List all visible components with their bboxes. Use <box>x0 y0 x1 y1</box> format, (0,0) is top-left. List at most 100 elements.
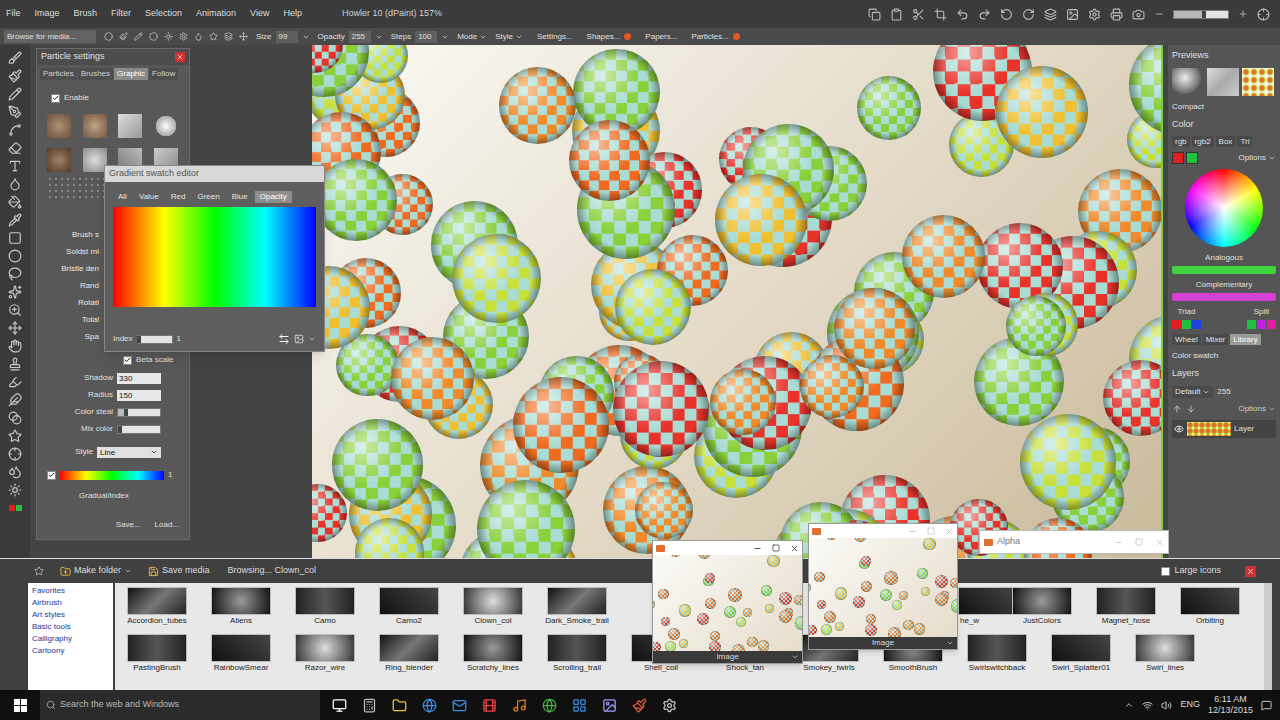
print-icon[interactable] <box>1110 8 1123 21</box>
toolbar-dropdown[interactable]: Mode <box>457 31 487 43</box>
layers-icon[interactable] <box>1044 8 1057 21</box>
start-button[interactable] <box>0 690 40 720</box>
settings-icon[interactable] <box>662 698 677 713</box>
light-icon[interactable] <box>8 483 22 497</box>
large-icons-toggle[interactable]: Large icons <box>1161 564 1221 578</box>
music-icon[interactable] <box>512 698 527 713</box>
media-thumbnail[interactable] <box>1135 634 1195 662</box>
media-thumbnail[interactable] <box>1096 587 1156 615</box>
browse-media-dropdown[interactable]: Browse for media... <box>4 30 96 43</box>
tray-expand-icon[interactable] <box>1124 700 1134 710</box>
notifications-icon[interactable] <box>1261 700 1272 711</box>
menu-item[interactable]: File <box>6 7 21 21</box>
star-icon[interactable] <box>8 429 22 443</box>
make-folder-button[interactable]: Make folder <box>60 564 132 578</box>
editor-tab[interactable]: All <box>113 191 132 203</box>
panel-tab[interactable]: Brushes <box>78 68 113 80</box>
visibility-eye-icon[interactable] <box>1174 424 1184 434</box>
cut-icon[interactable] <box>912 8 925 21</box>
edge-icon[interactable] <box>422 698 437 713</box>
color-swatch-section[interactable]: Color swatch <box>1172 350 1276 362</box>
number-field[interactable]: 330 <box>117 373 161 384</box>
media-thumbnail[interactable] <box>295 634 355 662</box>
color-mode-tab[interactable]: Library <box>1230 334 1260 345</box>
media-item[interactable]: Aliens <box>199 587 283 626</box>
harmony-swatch[interactable] <box>1192 320 1201 329</box>
texture-thumbnail[interactable] <box>154 114 178 138</box>
media-thumbnail[interactable] <box>295 587 355 615</box>
panel-tab[interactable]: Follow <box>149 68 178 80</box>
media-item[interactable]: Scrolling_trail <box>535 634 619 673</box>
media-item[interactable]: Ring_blender <box>367 634 451 673</box>
editor-tab[interactable]: Green <box>192 191 224 203</box>
large-icons-checkbox[interactable] <box>1161 567 1170 576</box>
harmony-swatch[interactable] <box>1182 320 1191 329</box>
zoom-icon[interactable] <box>8 303 22 317</box>
preview-thumbnail[interactable] <box>1207 68 1239 96</box>
media-item[interactable]: Swirlswitchback <box>955 634 1039 673</box>
ellipse-icon[interactable] <box>8 249 22 263</box>
gradient-bar[interactable] <box>60 471 164 480</box>
move-icon[interactable] <box>239 32 248 41</box>
panel-button[interactable]: Save... <box>116 519 141 531</box>
media-thumbnail[interactable] <box>1180 587 1240 615</box>
explorer-icon[interactable] <box>392 698 407 713</box>
highlighter-icon[interactable] <box>8 375 22 389</box>
gradient-swatch-editor[interactable]: Gradient swatch editorAllValueRedGreenBl… <box>104 165 325 352</box>
menu-item[interactable]: Filter <box>111 7 131 21</box>
texture-thumbnail[interactable] <box>118 114 142 138</box>
color-mode-tab[interactable]: Wheel <box>1172 334 1201 345</box>
media-item[interactable]: Clown_col <box>451 587 535 626</box>
pencil-icon[interactable] <box>134 32 143 41</box>
dropdown-icon[interactable] <box>791 653 799 661</box>
color-mode-tab[interactable]: Mixer <box>1203 334 1229 345</box>
media-thumbnail[interactable] <box>547 587 607 615</box>
index-slider[interactable] <box>137 335 173 344</box>
undo-icon[interactable] <box>956 8 969 21</box>
media-thumbnail[interactable] <box>463 587 523 615</box>
language-indicator[interactable]: ENG <box>1180 698 1200 712</box>
minimize-icon[interactable] <box>753 544 762 553</box>
clone-stamp-icon[interactable] <box>8 357 22 371</box>
primary-color-swatch[interactable] <box>9 505 15 511</box>
brush-dot-icon[interactable] <box>104 32 113 41</box>
texture-thumbnail[interactable] <box>83 148 107 172</box>
media-item[interactable]: RainbowSmear <box>199 634 283 673</box>
image-window[interactable]: Image <box>652 540 803 664</box>
category-item[interactable]: Cartoony <box>32 645 113 657</box>
category-item[interactable]: Calligraphy <box>32 633 113 645</box>
store-icon[interactable] <box>572 698 587 713</box>
crosshair-icon[interactable] <box>8 447 22 461</box>
media-thumbnail[interactable] <box>127 634 187 662</box>
brush-icon[interactable] <box>8 51 22 65</box>
eraser-icon[interactable] <box>8 141 22 155</box>
panel-title-bar[interactable]: Particle settings <box>37 49 189 65</box>
gear-icon[interactable] <box>179 32 188 41</box>
setting-slider[interactable] <box>117 408 161 417</box>
eyedropper-icon[interactable] <box>8 213 22 227</box>
image-icon[interactable] <box>1066 8 1079 21</box>
zoom-in-icon[interactable] <box>1238 9 1248 19</box>
paintbrush-icon[interactable] <box>8 69 22 83</box>
color-tab[interactable]: Tri <box>1237 136 1252 147</box>
close-icon[interactable] <box>945 527 954 536</box>
maximize-icon[interactable] <box>1135 538 1143 546</box>
howler-icon[interactable] <box>632 698 647 713</box>
media-item[interactable]: Scratchy_lines <box>451 634 535 673</box>
media-thumbnail[interactable] <box>547 634 607 662</box>
media-thumbnail[interactable] <box>127 587 187 615</box>
network-icon[interactable] <box>1142 700 1153 711</box>
media-thumbnail[interactable] <box>1012 587 1072 615</box>
gradient-checkbox[interactable] <box>47 471 56 480</box>
harmony-swatch[interactable] <box>1267 320 1276 329</box>
layer-up-icon[interactable] <box>1172 404 1182 414</box>
color-tab[interactable]: rgb2 <box>1192 136 1214 147</box>
menu-item[interactable]: Help <box>283 7 302 21</box>
beta-scale-checkbox[interactable] <box>123 356 132 365</box>
paste-icon[interactable] <box>890 8 903 21</box>
setting-slider[interactable] <box>117 425 161 434</box>
rotate-left-icon[interactable] <box>1000 8 1013 21</box>
enable-checkbox[interactable] <box>51 94 60 103</box>
rotate-right-icon[interactable] <box>1022 8 1035 21</box>
round-icon[interactable] <box>149 32 158 41</box>
